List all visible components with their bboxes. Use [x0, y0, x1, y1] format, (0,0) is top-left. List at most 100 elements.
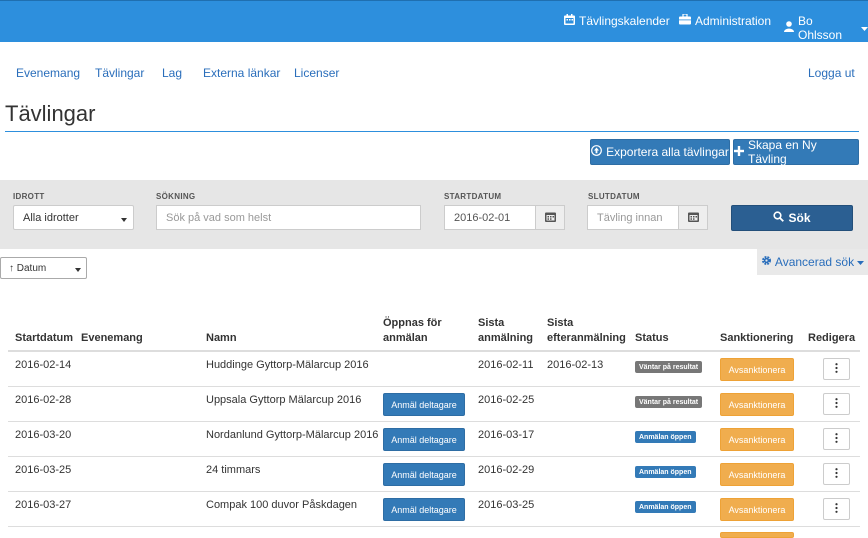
vertical-ellipsis-icon: [835, 397, 838, 411]
cell-sista-anmalning: 2016-02-25: [478, 394, 535, 406]
user-name: Bo Ohlsson: [798, 14, 843, 42]
edit-menu-button[interactable]: [823, 428, 850, 450]
header-oppnas-line2: anmälan: [383, 332, 428, 344]
cell-sista-anmalning: 2016-02-11: [478, 359, 534, 371]
sport-select-value: Alla idrotter: [23, 211, 79, 224]
status-badge: Väntar på resultat: [635, 396, 703, 408]
start-date-input[interactable]: 2016-02-01: [444, 205, 536, 230]
create-competition-button[interactable]: Skapa en Ny Tävling: [733, 138, 859, 166]
nav-calendar-link[interactable]: Tävlingskalender: [564, 14, 670, 28]
cell-startdatum: 2016-03-27: [15, 499, 72, 511]
vertical-ellipsis-icon: [835, 467, 838, 481]
avsanktionera-button[interactable]: Avsanktionera: [720, 498, 794, 521]
avsanktionera-button[interactable]: Avsanktionera: [720, 358, 794, 381]
create-competition-label: Skapa en Ny Tävling: [748, 138, 817, 166]
nav-administration-link[interactable]: Administration: [679, 13, 772, 28]
vertical-ellipsis-icon: [835, 362, 838, 376]
avsanktionera-button[interactable]: Avsanktionera: [720, 393, 794, 416]
search-button[interactable]: Sök: [731, 205, 853, 231]
header-status: Status: [635, 332, 669, 344]
search-button-label: Sök: [788, 211, 811, 225]
start-date-calendar-button[interactable]: [535, 205, 565, 230]
subnav-externa-lankar[interactable]: Externa länkar: [203, 66, 280, 80]
header-divider: [8, 350, 860, 352]
cell-namn[interactable]: Uppsala Gyttorp Mälarcup 2016: [206, 394, 361, 406]
subnav-evenemang[interactable]: Evenemang: [16, 66, 80, 80]
avsanktionera-button[interactable]: Avsanktionera: [720, 428, 794, 451]
cell-efteranmalning: 2016-02-13: [547, 359, 604, 371]
edit-menu-button[interactable]: [823, 463, 850, 485]
caret-down-icon: [861, 21, 868, 35]
status-badge: Anmälan öppen: [635, 431, 696, 443]
edit-menu-button[interactable]: [823, 393, 850, 415]
cell-namn[interactable]: 24 timmars: [206, 464, 260, 476]
sport-select[interactable]: Alla idrotter: [13, 205, 134, 230]
select-arrow-icon: [75, 265, 81, 276]
status-badge: Väntar på resultat: [635, 361, 703, 373]
avsanktionera-button-partial[interactable]: [720, 532, 794, 538]
top-navbar: Tävlingskalender Administration Bo Ohlss…: [0, 0, 868, 42]
header-sista-line1: Sista: [478, 317, 505, 329]
status-badge: Anmälan öppen: [635, 501, 696, 513]
calendar-icon: [687, 211, 699, 225]
sport-filter-label: IDROTT: [13, 192, 45, 201]
gear-icon: [761, 255, 772, 269]
vertical-ellipsis-icon: [835, 502, 838, 516]
register-participants-button[interactable]: Anmäl deltagare: [383, 428, 465, 451]
end-date-calendar-button[interactable]: [678, 205, 708, 230]
cell-sista-anmalning: 2016-02-29: [478, 464, 535, 476]
edit-menu-button[interactable]: [823, 358, 850, 380]
register-participants-button[interactable]: Anmäl deltagare: [383, 463, 465, 486]
row-divider: [8, 491, 860, 492]
calendar-icon: [564, 14, 575, 28]
sort-select[interactable]: ↑ Datum: [0, 257, 87, 279]
subnav-lag[interactable]: Lag: [162, 66, 182, 80]
cell-sista-anmalning: 2016-03-17: [478, 429, 535, 441]
cell-namn[interactable]: Nordanlund Gyttorp-Mälarcup 2016: [206, 429, 378, 441]
briefcase-icon: [679, 13, 691, 28]
header-sanktionering: Sanktionering: [720, 332, 794, 344]
user-icon: [784, 21, 794, 35]
status-badge: Anmälan öppen: [635, 466, 696, 478]
search-icon: [773, 211, 785, 225]
header-redigera: Redigera: [808, 332, 856, 344]
search-input[interactable]: Sök på vad som helst: [156, 205, 421, 230]
end-date-label: SLUTDATUM: [588, 192, 640, 201]
advanced-search-label: Avancerad sök: [774, 255, 855, 269]
advanced-search-toggle[interactable]: Avancerad sök: [757, 249, 868, 275]
register-participants-button[interactable]: Anmäl deltagare: [383, 393, 465, 416]
header-efter-line1: Sista: [547, 317, 574, 329]
sort-select-value: ↑ Datum: [9, 262, 47, 274]
search-filter-label: SÖKNING: [156, 192, 196, 201]
end-date-input[interactable]: Tävling innan: [587, 205, 679, 230]
user-menu[interactable]: Bo Ohlsson: [784, 14, 868, 42]
cell-sista-anmalning: 2016-03-25: [478, 499, 535, 511]
header-namn: Namn: [206, 332, 237, 344]
cell-startdatum: 2016-02-28: [15, 394, 72, 406]
edit-menu-button[interactable]: [823, 498, 850, 520]
register-participants-button[interactable]: Anmäl deltagare: [383, 498, 465, 521]
cell-namn[interactable]: Compak 100 duvor Påskdagen: [206, 499, 357, 511]
logout-link[interactable]: Logga ut: [808, 66, 855, 80]
header-efter-line2: efteranmälning: [547, 332, 626, 344]
page-title: Tävlingar: [5, 101, 96, 126]
header-oppnas-for-anmalan: Öppnas för anmälan: [383, 316, 442, 346]
export-all-button[interactable]: Exportera alla tävlingar: [590, 139, 730, 165]
row-divider: [8, 421, 860, 422]
cell-startdatum: 2016-02-14: [15, 359, 72, 371]
nav-calendar-label: Tävlingskalender: [579, 14, 670, 28]
subnav-licenser[interactable]: Licenser: [294, 66, 339, 80]
nav-administration-label: Administration: [695, 14, 772, 28]
cell-namn[interactable]: Huddinge Gyttorp-Mälarcup 2016: [206, 359, 369, 371]
start-date-label: STARTDATUM: [444, 192, 502, 201]
header-evenemang: Evenemang: [81, 332, 143, 344]
header-sista-efteranmalning: Sista efteranmälning: [547, 316, 626, 346]
subnav-tavlingar[interactable]: Tävlingar: [95, 66, 144, 80]
avsanktionera-button[interactable]: Avsanktionera: [720, 463, 794, 486]
cell-startdatum: 2016-03-25: [15, 464, 72, 476]
calendar-icon: [544, 211, 556, 225]
upload-circle-icon: [591, 145, 603, 159]
cell-startdatum: 2016-03-20: [15, 429, 72, 441]
caret-down-icon: [857, 255, 865, 269]
select-arrow-icon: [121, 214, 127, 226]
